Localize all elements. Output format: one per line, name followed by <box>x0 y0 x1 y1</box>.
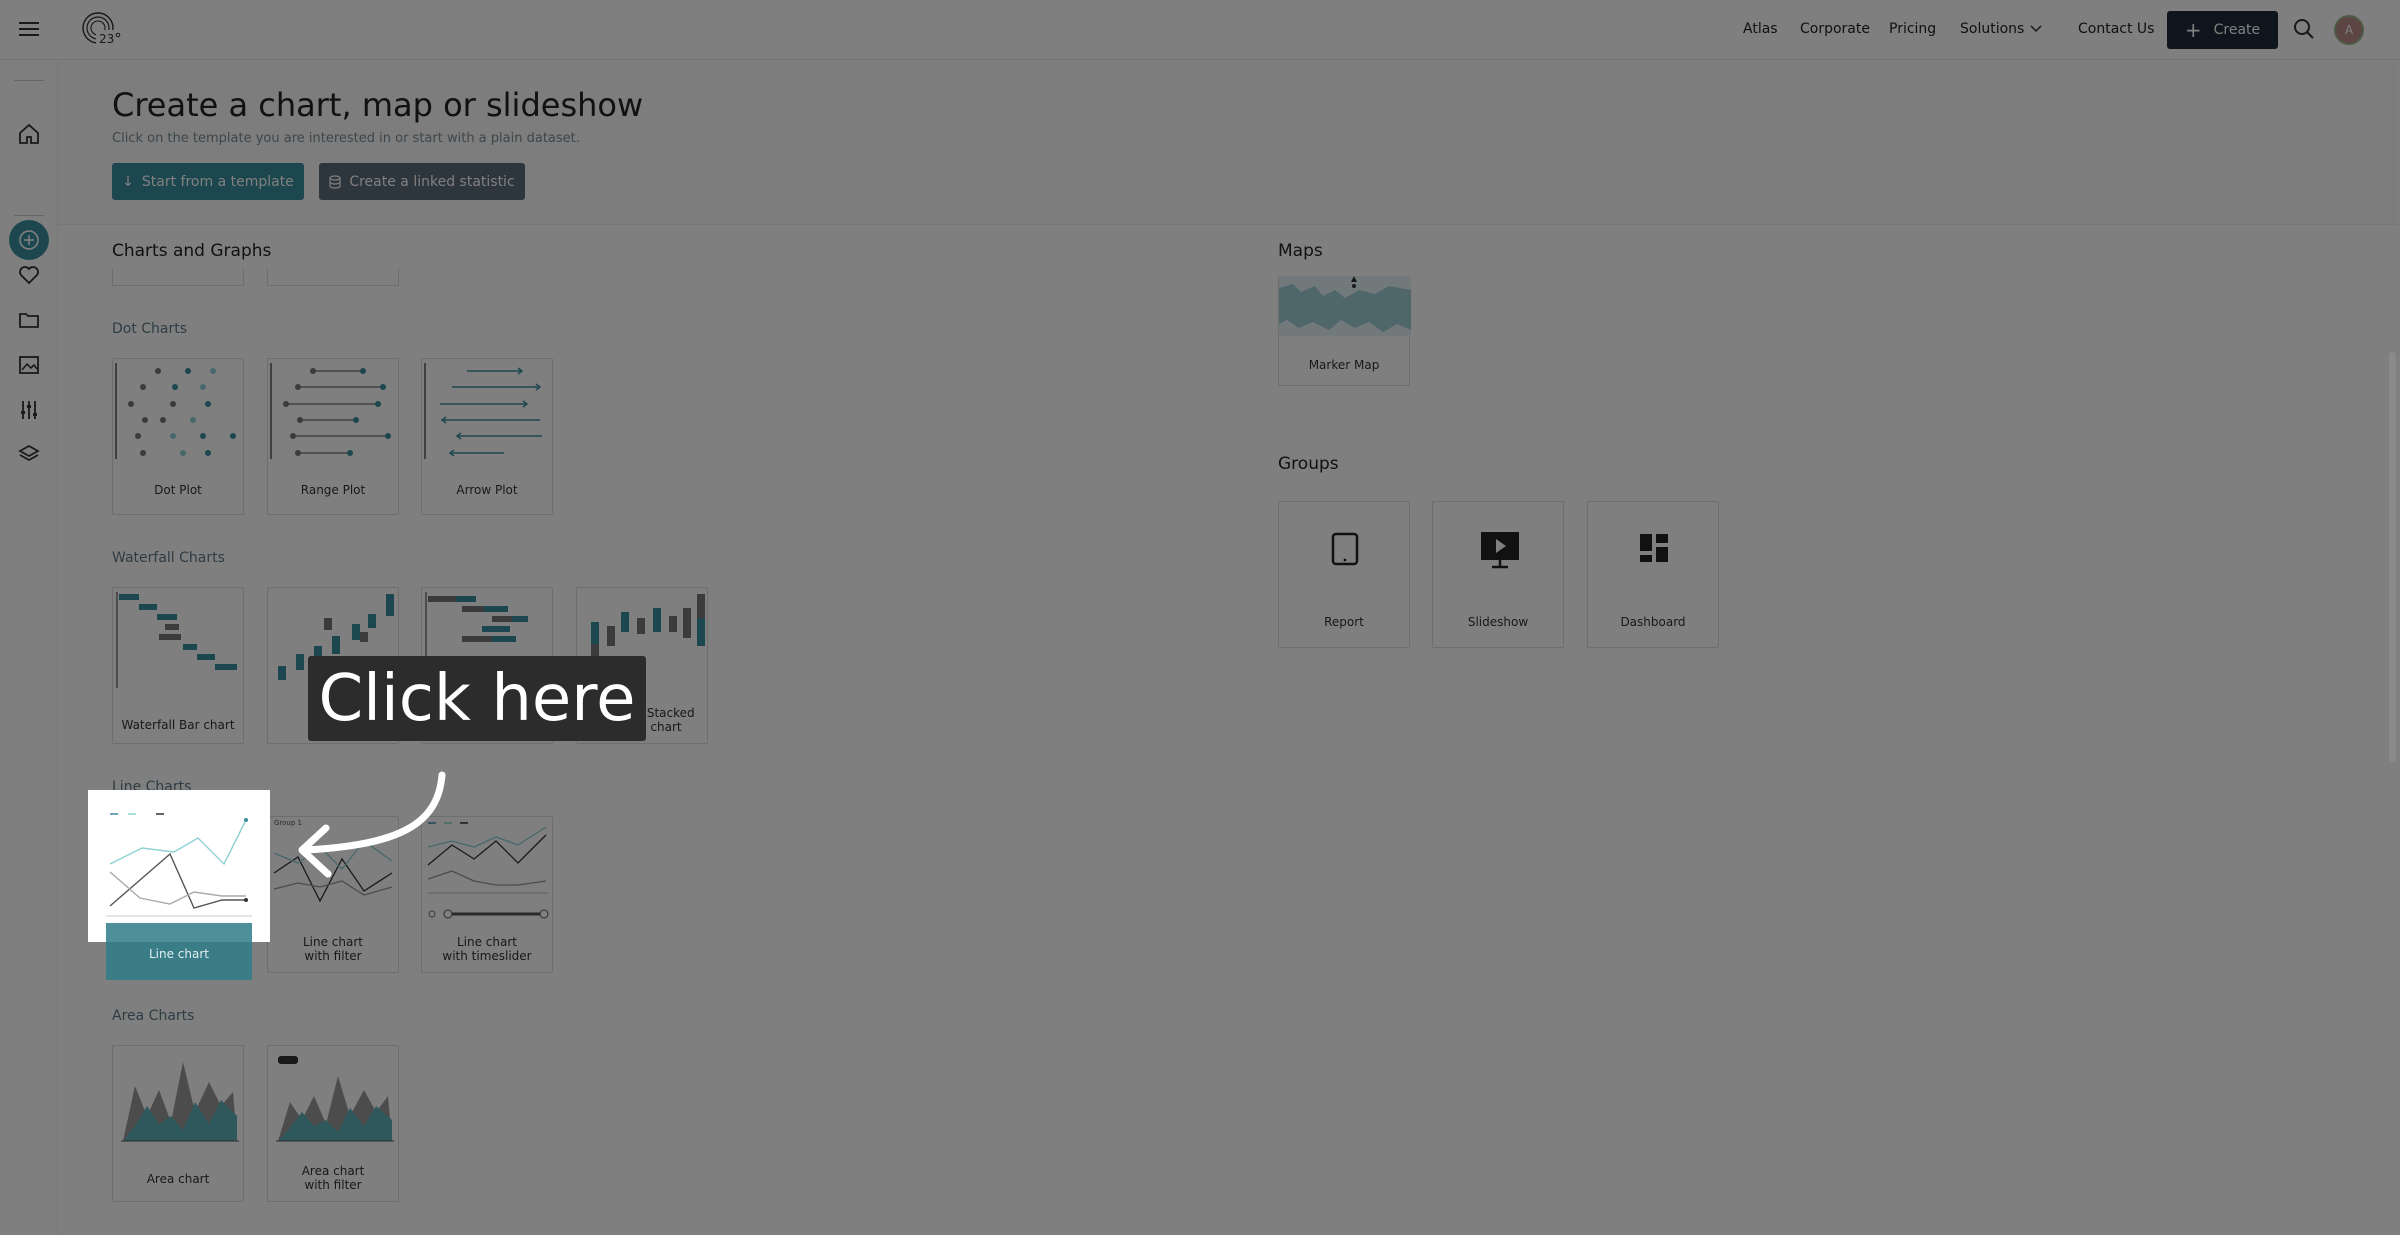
area-chart-card[interactable]: Area chart <box>112 1045 244 1202</box>
layers-icon[interactable] <box>17 443 41 467</box>
waterfall-charts-label: Waterfall Charts <box>112 550 225 566</box>
waterfall-bar-card[interactable]: Waterfall Bar chart <box>112 587 244 744</box>
dot-plot-card[interactable]: Dot Plot <box>112 358 244 515</box>
svg-text:23: 23 <box>99 32 114 46</box>
card-label: with filter <box>304 949 362 963</box>
range-plot-thumbnail <box>270 363 391 459</box>
range-plot-card[interactable]: Range Plot <box>267 358 399 515</box>
card-label: Area chart <box>146 1172 210 1186</box>
card-label: with timeslider <box>442 949 532 963</box>
nav-contact[interactable]: Contact Us <box>2078 21 2154 37</box>
nav-solutions[interactable]: Solutions <box>1960 21 2024 37</box>
create-button[interactable]: + Create <box>2167 11 2278 49</box>
top-bar: 23 Atlas Corporate Pricing Solutions Con… <box>0 0 2400 60</box>
click-here-callout: Click here <box>308 656 646 741</box>
card-label: with filter <box>304 1178 362 1192</box>
card-label: Arrow Plot <box>456 483 518 497</box>
tablet-icon <box>1331 532 1359 566</box>
arrow-plot-card[interactable]: Arrow Plot <box>421 358 553 515</box>
card-label: Dashboard <box>1620 615 1686 629</box>
curved-arrow-icon <box>298 771 446 878</box>
nav-pricing[interactable]: Pricing <box>1889 21 1936 37</box>
charts-section-title: Charts and Graphs <box>112 241 272 261</box>
template-card[interactable] <box>112 268 244 286</box>
card-label: Marker Map <box>1308 358 1380 372</box>
area-charts-label: Area Charts <box>112 1008 195 1024</box>
area-chart-filter-thumbnail <box>276 1056 394 1142</box>
search-icon[interactable] <box>2293 18 2315 40</box>
arrow-plot-thumbnail <box>424 363 542 459</box>
card-label: Report <box>1324 615 1364 629</box>
card-label: Slideshow <box>1467 615 1529 629</box>
slideshow-card[interactable]: Slideshow <box>1432 501 1564 648</box>
add-button[interactable] <box>9 220 49 260</box>
image-icon[interactable] <box>17 353 41 377</box>
logo-icon[interactable]: 23 <box>80 10 122 50</box>
marker-map-thumbnail <box>1279 276 1411 336</box>
linked-statistic-label: Create a linked statistic <box>349 173 515 190</box>
dashboard-icon <box>1640 534 1668 562</box>
waterfall-bar-thumbnail <box>116 592 237 688</box>
linked-statistic-button[interactable]: Create a linked statistic <box>319 163 525 200</box>
dot-charts-label: Dot Charts <box>112 321 188 337</box>
start-template-button[interactable]: ↓ Start from a template <box>112 163 304 200</box>
dot-plot-thumbnail <box>115 363 236 459</box>
chevron-down-icon[interactable] <box>2030 24 2042 34</box>
folder-icon[interactable] <box>17 308 41 332</box>
heart-icon[interactable] <box>17 263 41 287</box>
rail-divider <box>14 215 44 216</box>
plus-circle-icon <box>19 230 39 250</box>
page-title: Create a chart, map or slideshow <box>112 86 644 124</box>
card-label: Area chart <box>301 1164 365 1178</box>
area-chart-thumbnail <box>121 1062 239 1142</box>
card-label: Line chart <box>456 935 518 949</box>
card-label: Dot Plot <box>154 483 202 497</box>
report-card[interactable]: Report <box>1278 501 1410 648</box>
menu-icon[interactable] <box>19 19 39 39</box>
line-chart-card[interactable]: Line chart <box>106 808 252 980</box>
start-template-label: Start from a template <box>141 173 294 190</box>
card-label: Line chart <box>302 935 364 949</box>
scrollbar[interactable] <box>2389 352 2396 762</box>
presentation-icon <box>1481 532 1519 569</box>
nav-corporate[interactable]: Corporate <box>1800 21 1870 37</box>
marker-map-card[interactable]: Marker Map <box>1278 276 1411 386</box>
card-label: Range Plot <box>300 483 366 497</box>
create-button-label: Create <box>2213 22 2261 38</box>
dashboard-card[interactable]: Dashboard <box>1587 501 1719 648</box>
plus-icon: + <box>2184 18 2202 42</box>
nav-atlas[interactable]: Atlas <box>1743 21 1778 37</box>
template-card[interactable] <box>267 268 399 286</box>
rail-divider <box>14 80 44 81</box>
sliders-icon[interactable] <box>17 398 41 422</box>
area-chart-filter-card[interactable]: Area chart with filter <box>267 1045 399 1202</box>
groups-section-title: Groups <box>1278 454 1339 474</box>
card-label: Line chart <box>148 947 210 961</box>
page-subtitle: Click on the template you are interested… <box>112 131 580 146</box>
maps-section-title: Maps <box>1278 241 1323 261</box>
home-icon[interactable] <box>17 122 41 146</box>
arrow-down-icon: ↓ <box>122 173 134 190</box>
line-chart-thumbnail <box>106 813 252 917</box>
avatar[interactable]: A <box>2334 15 2364 45</box>
card-label: Waterfall Bar chart <box>121 718 235 732</box>
database-icon <box>329 174 341 189</box>
side-rail <box>0 60 58 1235</box>
